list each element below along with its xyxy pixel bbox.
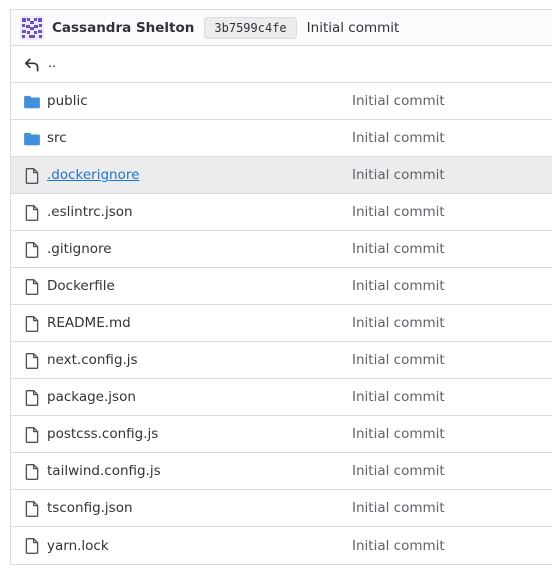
file-last-commit-link[interactable]: Initial commit bbox=[352, 315, 445, 331]
file-name-link[interactable]: tsconfig.json bbox=[47, 500, 133, 516]
file-row[interactable]: public Initial commit bbox=[11, 83, 552, 120]
file-name-link[interactable]: .eslintrc.json bbox=[47, 204, 133, 220]
file-row[interactable]: .gitignore Initial commit bbox=[11, 231, 552, 268]
arrow-back-icon bbox=[23, 56, 41, 74]
file-name-link[interactable]: Dockerfile bbox=[47, 278, 115, 294]
file-icon bbox=[23, 278, 41, 296]
file-row[interactable]: src Initial commit bbox=[11, 120, 552, 157]
file-last-commit-link[interactable]: Initial commit bbox=[352, 278, 445, 294]
file-name-link[interactable]: postcss.config.js bbox=[47, 426, 158, 442]
file-row[interactable]: yarn.lock Initial commit bbox=[11, 527, 552, 564]
file-icon bbox=[23, 241, 41, 259]
identicon-avatar-icon bbox=[20, 15, 44, 40]
file-row[interactable]: .dockerignore Initial commit bbox=[11, 157, 552, 194]
file-row[interactable]: tsconfig.json Initial commit bbox=[11, 490, 552, 527]
file-last-commit-link[interactable]: Initial commit bbox=[352, 463, 445, 479]
file-last-commit-link[interactable]: Initial commit bbox=[352, 241, 445, 257]
file-icon bbox=[23, 537, 41, 555]
file-name-link[interactable]: .gitignore bbox=[47, 241, 112, 257]
parent-directory-link[interactable]: .. bbox=[48, 56, 56, 71]
file-row[interactable]: Dockerfile Initial commit bbox=[11, 268, 552, 305]
file-last-commit-link[interactable]: Initial commit bbox=[352, 167, 445, 183]
commit-sha-button[interactable]: 3b7599c4fe bbox=[204, 16, 297, 39]
file-icon bbox=[23, 463, 41, 481]
file-row[interactable]: next.config.js Initial commit bbox=[11, 342, 552, 379]
folder-icon bbox=[23, 130, 41, 148]
file-icon bbox=[23, 352, 41, 370]
file-icon bbox=[23, 204, 41, 222]
author-avatar[interactable] bbox=[20, 15, 44, 40]
file-list: public Initial commit src Initial commit .… bbox=[11, 83, 552, 564]
file-name-link[interactable]: yarn.lock bbox=[47, 538, 109, 554]
file-row[interactable]: .eslintrc.json Initial commit bbox=[11, 194, 552, 231]
file-last-commit-link[interactable]: Initial commit bbox=[352, 93, 445, 109]
file-browser: Cassandra Shelton 3b7599c4fe Initial com… bbox=[10, 9, 552, 565]
parent-directory-row[interactable]: .. bbox=[11, 46, 552, 83]
file-name-link[interactable]: tailwind.config.js bbox=[47, 463, 161, 479]
file-name-link[interactable]: src bbox=[47, 130, 67, 146]
file-icon bbox=[23, 167, 41, 185]
file-last-commit-link[interactable]: Initial commit bbox=[352, 352, 445, 368]
file-row[interactable]: README.md Initial commit bbox=[11, 305, 552, 342]
file-name-link[interactable]: .dockerignore bbox=[47, 167, 139, 183]
file-name-link[interactable]: public bbox=[47, 93, 88, 109]
file-last-commit-link[interactable]: Initial commit bbox=[352, 204, 445, 220]
file-icon bbox=[23, 426, 41, 444]
file-icon bbox=[23, 315, 41, 333]
file-last-commit-link[interactable]: Initial commit bbox=[352, 426, 445, 442]
folder-icon bbox=[23, 93, 41, 111]
last-commit-bar: Cassandra Shelton 3b7599c4fe Initial com… bbox=[11, 10, 552, 46]
file-last-commit-link[interactable]: Initial commit bbox=[352, 130, 445, 146]
file-name-link[interactable]: package.json bbox=[47, 389, 136, 405]
file-name-link[interactable]: next.config.js bbox=[47, 352, 138, 368]
file-row[interactable]: postcss.config.js Initial commit bbox=[11, 416, 552, 453]
file-row[interactable]: package.json Initial commit bbox=[11, 379, 552, 416]
file-icon bbox=[23, 500, 41, 518]
file-name-link[interactable]: README.md bbox=[47, 315, 131, 331]
file-last-commit-link[interactable]: Initial commit bbox=[352, 500, 445, 516]
file-row[interactable]: tailwind.config.js Initial commit bbox=[11, 453, 552, 490]
file-icon bbox=[23, 389, 41, 407]
file-last-commit-link[interactable]: Initial commit bbox=[352, 389, 445, 405]
commit-author[interactable]: Cassandra Shelton bbox=[52, 20, 194, 36]
commit-title[interactable]: Initial commit bbox=[307, 20, 400, 36]
file-last-commit-link[interactable]: Initial commit bbox=[352, 538, 445, 554]
